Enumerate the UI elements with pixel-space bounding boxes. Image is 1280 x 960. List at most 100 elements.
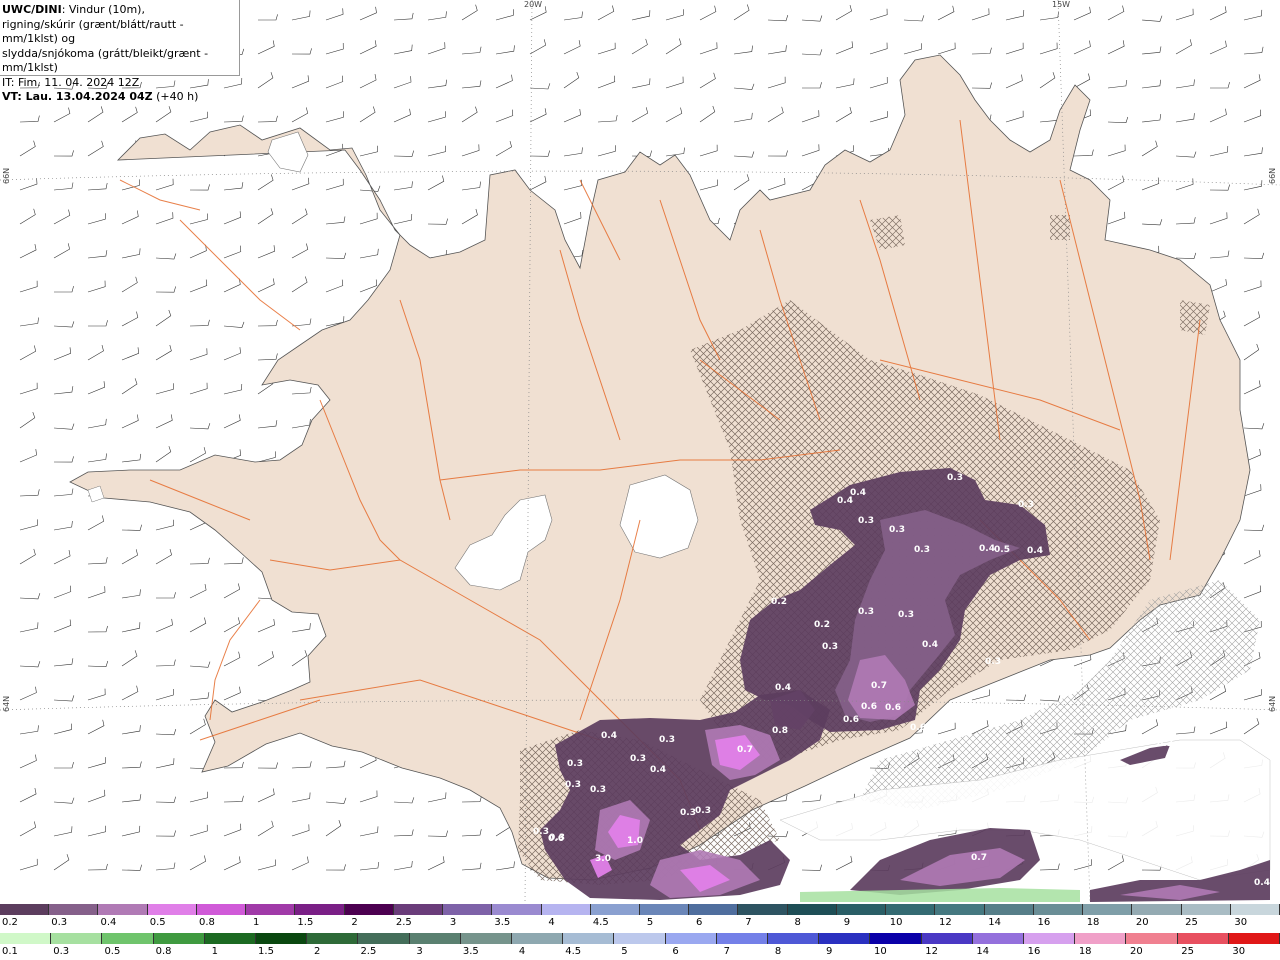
wind-barb [325, 820, 342, 837]
wind-barb [767, 45, 787, 55]
wind-barb [699, 179, 718, 191]
precip-value-label: 3.0 [595, 854, 611, 864]
legend-swatch [738, 904, 788, 915]
legend-swatch [689, 904, 739, 915]
wind-barb [223, 383, 243, 395]
wind-barb [257, 762, 278, 769]
legend-swatch [665, 933, 717, 944]
wind-barb [19, 345, 37, 361]
wind-barb [291, 386, 312, 395]
wind-barb [699, 144, 718, 157]
legend-swatch [307, 933, 359, 944]
wind-barb [121, 622, 141, 633]
wind-barb [767, 150, 788, 157]
wind-barb [971, 47, 992, 55]
wind-barb [257, 278, 275, 293]
lat-label-64n-left: 64N [2, 695, 11, 712]
wind-barb [257, 72, 274, 89]
precip-value-label: 0.3 [858, 607, 874, 617]
wind-barb [291, 824, 310, 837]
wind-barb [189, 791, 208, 803]
wind-barb [53, 723, 72, 735]
legend-tick-label: 0.4 [100, 917, 117, 928]
wind-barb [597, 42, 616, 55]
wind-barb [19, 622, 39, 633]
road [119, 179, 201, 211]
wind-barb [325, 178, 344, 191]
wind-barb [87, 345, 104, 361]
wind-barb [427, 111, 446, 123]
legend-tick-label: 0.3 [53, 946, 70, 957]
wind-barb [121, 761, 142, 769]
wind-barb [155, 830, 176, 837]
legend-rain-labels: 0.1 0.3 0.5 0.8 1 1.5 2 2.5 3 3.5 4 4.5 5 6 7 8 9 10 12 14 1… [0, 946, 1280, 958]
wind-barb [121, 524, 142, 531]
model-name: UWC/DINI [2, 3, 62, 16]
legend-swatch [344, 904, 394, 915]
wind-barb [155, 383, 174, 395]
wind-barb [87, 280, 106, 293]
wind-barb [223, 115, 244, 123]
precip-value-label: 0.3 [898, 610, 914, 620]
wind-barb [835, 78, 855, 89]
wind-barb [325, 75, 344, 89]
wind-barb [1209, 40, 1227, 55]
legend-swatch [49, 904, 99, 915]
wind-barb [903, 15, 925, 22]
wind-barb [257, 353, 278, 361]
wind-barb [53, 695, 75, 702]
wind-barb [223, 278, 241, 293]
wind-barb [87, 213, 106, 225]
wind-barb [257, 245, 276, 259]
wind-barb [1243, 252, 1265, 259]
wind-barb [495, 45, 515, 55]
legend-tick-label: 30 [1232, 946, 1246, 957]
legend-tick-label: 1 [211, 946, 218, 957]
wind-barb [1175, 178, 1194, 191]
legend-tick-label: 5 [646, 917, 654, 928]
wind-barb [291, 107, 309, 123]
wind-barb [835, 41, 854, 55]
map-title-box: UWC/DINI: Vindur (10m), rigning/skúrir (… [0, 0, 240, 103]
wind-barb [1175, 252, 1197, 259]
wind-barb [1039, 695, 1061, 702]
wind-barb [631, 78, 651, 89]
wind-barb [733, 45, 753, 55]
wind-barb [53, 423, 75, 430]
legend-swatch [984, 904, 1034, 915]
glacier-hofsjokull [619, 474, 699, 559]
wind-barb [155, 796, 176, 803]
lon-label-20w: 20W [524, 0, 543, 9]
precip-value-label: 0.6 [861, 702, 877, 712]
wind-barb [665, 38, 682, 55]
wind-barb [53, 520, 73, 531]
legend-swatch [256, 933, 308, 944]
wind-barb [189, 111, 208, 123]
wind-barb [223, 414, 241, 429]
wind-barb [189, 824, 208, 837]
wind-barb [937, 42, 956, 55]
wind-barb [665, 107, 683, 123]
wind-barb [529, 108, 547, 123]
wind-barb [767, 15, 789, 22]
wind-barb [1175, 113, 1195, 123]
wind-barb [257, 420, 278, 429]
legend-tick-label: 8 [794, 917, 801, 928]
wind-barb [1141, 46, 1162, 55]
wind-barb [155, 286, 176, 293]
wind-barb [87, 515, 105, 531]
wind-barb [291, 761, 312, 769]
wind-barb [1243, 9, 1263, 21]
wind-barb [1039, 11, 1059, 21]
wind-barb [87, 140, 104, 157]
wind-barb [87, 381, 106, 395]
wind-barb [87, 182, 108, 191]
wind-barb [665, 76, 684, 89]
wind-barb [121, 589, 141, 599]
wind-barb [121, 650, 138, 667]
precip-value-label: 0.6 [843, 715, 859, 725]
wind-barb [937, 722, 956, 735]
wind-barb [87, 688, 106, 701]
wind-barb [1107, 5, 1125, 21]
wind-barb [223, 823, 242, 837]
